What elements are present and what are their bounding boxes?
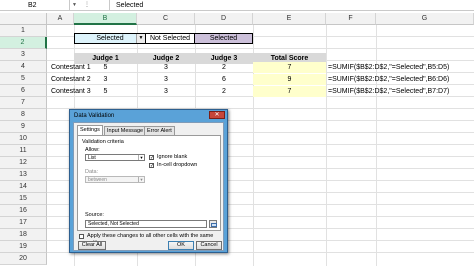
ok-button[interactable]: OK xyxy=(168,241,194,250)
column-header-c[interactable]: C xyxy=(137,13,195,25)
dialog-title: Data Validation xyxy=(74,113,115,119)
cell-f5-formula[interactable]: =SUMIF($B$2:D$2,"=Selected",B5:D5) xyxy=(328,62,449,73)
cell-a7[interactable]: Contestant 3 xyxy=(51,86,91,97)
dialog-body: Settings Input Message Error Alert Valid… xyxy=(73,122,224,251)
gridline xyxy=(47,48,474,49)
cell-e6[interactable]: 9 xyxy=(253,74,326,85)
row-header-13[interactable]: 13 xyxy=(0,169,47,181)
in-cell-dropdown-checkbox[interactable]: ✓ xyxy=(149,163,154,169)
in-cell-dropdown-icon[interactable]: ▼ xyxy=(136,34,145,43)
cell-d2[interactable]: Selected xyxy=(195,33,253,44)
tab-error-alert[interactable]: Error Alert xyxy=(144,126,175,135)
gridline xyxy=(326,25,327,266)
column-header-f[interactable]: F xyxy=(326,13,376,25)
column-header-b[interactable]: B xyxy=(74,13,137,25)
name-box[interactable]: B2 xyxy=(0,0,70,11)
allow-label: Allow: xyxy=(85,147,100,153)
row-header-20[interactable]: 20 xyxy=(0,253,47,265)
cell-c2[interactable]: Not Selected xyxy=(146,33,195,44)
ignore-blank-label: Ignore blank xyxy=(157,154,188,160)
row-header-12[interactable]: 12 xyxy=(0,157,47,169)
row-header-6[interactable]: 6 xyxy=(0,85,47,97)
row-header-15[interactable]: 15 xyxy=(0,193,47,205)
cell-e7[interactable]: 7 xyxy=(253,86,326,97)
settings-panel: Validation criteria Allow: List ▼ ✓ Igno… xyxy=(77,135,221,231)
collapse-dialog-icon[interactable] xyxy=(209,220,217,228)
row-header-3[interactable]: 3 xyxy=(0,49,47,61)
cell-c7[interactable]: 3 xyxy=(137,86,195,97)
row-header-2[interactable]: 2 xyxy=(0,37,47,49)
cell-f7-formula[interactable]: =SUMIF($B$2:D$2,"=Selected",B7:D7) xyxy=(328,86,449,97)
ignore-blank-checkbox[interactable]: ✓ xyxy=(149,155,154,161)
row-header-19[interactable]: 19 xyxy=(0,241,47,253)
cell-c5[interactable]: 3 xyxy=(137,62,195,73)
cell-f6-formula[interactable]: =SUMIF($B$2:D$2,"=Selected",B6:D6) xyxy=(328,74,449,85)
cell-b2-selected[interactable]: Selected ▼ xyxy=(74,33,146,44)
data-dropdown: between ▼ xyxy=(85,176,145,183)
source-label: Source: xyxy=(85,212,104,218)
row-header-1[interactable]: 1 xyxy=(0,25,47,37)
cell-b7[interactable]: 5 xyxy=(74,86,137,97)
cell-e5[interactable]: 7 xyxy=(253,62,326,73)
row-header-16[interactable]: 16 xyxy=(0,205,47,217)
column-header-g[interactable]: G xyxy=(376,13,474,25)
data-label: Data: xyxy=(85,169,99,175)
row-header-8[interactable]: 8 xyxy=(0,109,47,121)
apply-all-checkbox[interactable] xyxy=(79,234,84,239)
source-input[interactable]: Selected, Not Selected xyxy=(85,220,207,228)
row-header-14[interactable]: 14 xyxy=(0,181,47,193)
row-header-4[interactable]: 4 xyxy=(0,61,47,73)
tab-settings[interactable]: Settings xyxy=(77,125,103,135)
formula-bar: B2 ▼ ⋮ Selected xyxy=(0,0,474,11)
validation-criteria-label: Validation criteria xyxy=(82,139,124,145)
row-header-17[interactable]: 17 xyxy=(0,217,47,229)
cell-c6[interactable]: 3 xyxy=(137,74,195,85)
cell-a6[interactable]: Contestant 2 xyxy=(51,74,91,85)
formula-buttons: ⋮ xyxy=(80,0,110,11)
column-header-a[interactable]: A xyxy=(47,13,74,25)
column-header-e[interactable]: E xyxy=(253,13,326,25)
name-box-dropdown-icon[interactable]: ▼ xyxy=(72,0,78,11)
in-cell-dropdown-label: In-cell dropdown xyxy=(157,162,198,168)
row-header-7[interactable]: 7 xyxy=(0,97,47,109)
cell-b6[interactable]: 3 xyxy=(74,74,137,85)
cell-b5[interactable]: 5 xyxy=(74,62,137,73)
close-icon[interactable]: ✕ xyxy=(209,111,225,119)
column-header-d[interactable]: D xyxy=(195,13,253,25)
formula-content[interactable]: Selected xyxy=(116,0,143,11)
row-header-10[interactable]: 10 xyxy=(0,133,47,145)
row-header-11[interactable]: 11 xyxy=(0,145,47,157)
data-validation-dialog: Data Validation ✕ Settings Input Message… xyxy=(69,109,228,253)
row-header-18[interactable]: 18 xyxy=(0,229,47,241)
cell-b2-value: Selected xyxy=(96,35,124,42)
tab-input-message[interactable]: Input Message xyxy=(104,126,147,135)
row-header-5[interactable]: 5 xyxy=(0,73,47,85)
row-header-9[interactable]: 9 xyxy=(0,121,47,133)
clear-all-button[interactable]: Clear All xyxy=(78,241,106,250)
cell-d5[interactable]: 2 xyxy=(195,62,253,73)
cancel-button[interactable]: Cancel xyxy=(196,241,222,250)
chevron-down-icon: ▼ xyxy=(138,177,144,182)
chevron-down-icon: ▼ xyxy=(138,155,144,160)
cell-d7[interactable]: 2 xyxy=(195,86,253,97)
allow-value: List xyxy=(88,155,96,161)
data-value: between xyxy=(88,177,107,183)
allow-dropdown[interactable]: List ▼ xyxy=(85,154,145,161)
cell-a5[interactable]: Contestant 1 xyxy=(51,62,91,73)
select-all-corner[interactable] xyxy=(0,13,47,25)
cell-d6[interactable]: 6 xyxy=(195,74,253,85)
